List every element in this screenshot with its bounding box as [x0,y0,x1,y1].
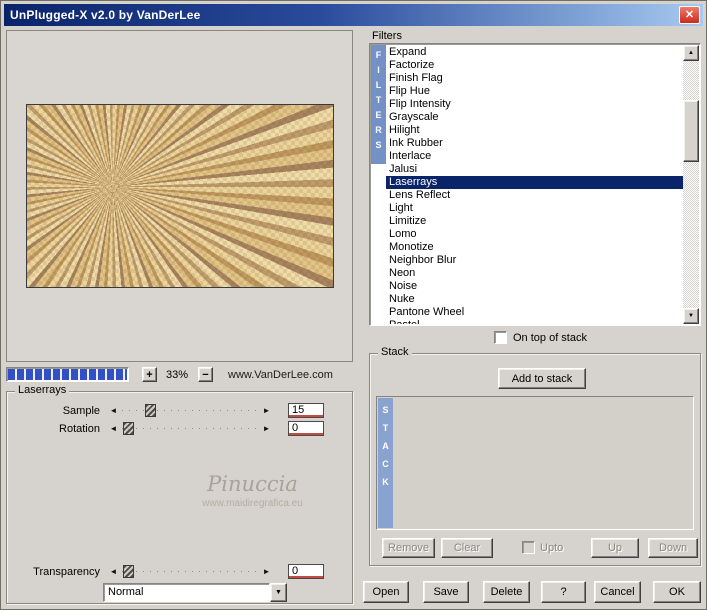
transparency-row: Transparency ◄ ► 0 [15,563,346,580]
filters-tab-text: FILTERS [373,50,384,155]
rotation-slider-thumb[interactable] [123,422,135,435]
filter-list-item[interactable]: Pantone Wheel [386,306,683,319]
save-button[interactable]: Save [423,581,469,603]
add-to-stack-button[interactable]: Add to stack [498,368,586,389]
vendor-site-link[interactable]: www.VanDerLee.com [228,369,333,381]
filter-list-item[interactable]: Pastel [386,319,683,324]
blend-mode-dropdown-button[interactable]: ▼ [270,583,287,602]
stack-listbox: STACK [376,396,694,530]
rotation-label: Rotation [59,422,100,435]
rotation-left-arrow-icon[interactable]: ◄ [107,422,120,435]
sample-value-field[interactable]: 15 [288,403,324,418]
unplugged-x-window: UnPlugged-X v2.0 by VanDerLee ✕ + 33% − … [0,0,707,610]
blend-mode-value[interactable]: Normal [103,583,270,602]
watermark-name: Pinuccia [207,472,298,496]
stack-tab-text: STACK [380,405,391,495]
cancel-button[interactable]: Cancel [594,581,641,603]
filters-section-label: Filters [372,30,402,42]
up-button[interactable]: Up [591,538,639,558]
ok-button[interactable]: OK [653,581,701,603]
clear-button[interactable]: Clear [441,538,493,558]
filter-list-item[interactable]: Nuke [386,293,683,306]
filter-list-item[interactable]: Neon [386,267,683,280]
filters-vertical-tab: FILTERS [371,45,386,164]
zoom-level: 33% [165,369,189,381]
zoom-out-button[interactable]: − [198,367,213,382]
sample-slider-thumb[interactable] [145,404,157,417]
transparency-right-arrow-icon[interactable]: ► [260,565,273,578]
rotation-slider[interactable] [122,422,258,435]
filter-list-item[interactable]: Limitize [386,215,683,228]
filter-list-item[interactable]: Flip Intensity [386,98,683,111]
open-button[interactable]: Open [363,581,409,603]
filter-list-item[interactable]: Noise [386,280,683,293]
stack-group-label: Stack [378,346,412,358]
filters-items: Expand Factorize Finish Flag Flip Hue Flip I… [386,45,683,324]
title-bar[interactable]: UnPlugged-X v2.0 by VanDerLee ✕ [4,4,703,26]
filter-list-item[interactable]: Laserrays [386,176,683,189]
stack-vertical-tab: STACK [378,398,393,528]
filter-list-item[interactable]: Ink Rubber [386,137,683,150]
filter-list-item[interactable]: Grayscale [386,111,683,124]
down-button[interactable]: Down [648,538,698,558]
filter-list-item[interactable]: Hilight [386,124,683,137]
scroll-up-button[interactable]: ▲ [683,45,699,61]
watermark-site: www.maidiregrafica.eu [202,498,303,509]
help-button[interactable]: ? [541,581,586,603]
filter-list-item[interactable]: Lens Reflect [386,189,683,202]
remove-button[interactable]: Remove [382,538,435,558]
scrollbar-thumb[interactable] [683,100,699,162]
progress-fill [8,369,127,380]
transparency-value-field[interactable]: 0 [288,564,324,579]
rotation-value-field[interactable]: 0 [288,421,324,436]
filter-list-item[interactable]: Neighbor Blur [386,254,683,267]
rotation-right-arrow-icon[interactable]: ► [260,422,273,435]
sample-left-arrow-icon[interactable]: ◄ [107,404,120,417]
filter-list-item[interactable]: Finish Flag [386,72,683,85]
on-top-checkbox[interactable] [494,331,507,344]
filter-list-item[interactable]: Light [386,202,683,215]
render-progress-bar [6,367,129,382]
filter-list-item[interactable]: Monotize [386,241,683,254]
transparency-slider-thumb[interactable] [123,565,135,578]
transparency-slider[interactable] [122,565,258,578]
delete-button[interactable]: Delete [483,581,530,603]
sample-slider[interactable] [122,404,258,417]
transparency-label: Transparency [33,565,100,578]
chevron-down-icon: ▼ [275,589,282,596]
sample-right-arrow-icon[interactable]: ► [260,404,273,417]
laserrays-preview-image [25,104,334,288]
on-top-label: On top of stack [513,332,587,344]
scroll-down-icon: ▼ [688,313,694,319]
preview-panel [6,30,353,362]
sample-row: Sample ◄ ► 15 [15,402,346,419]
scroll-up-icon: ▲ [688,50,694,56]
filter-list-item[interactable]: Jalusi [386,163,683,176]
stack-group: Stack Add to stack STACK Remove Clear Up… [369,346,701,566]
filter-list-item[interactable]: Interlace [386,150,683,163]
laserrays-group: Laserrays Sample ◄ ► 15 Rotation ◄ ► 0 P… [6,384,353,604]
close-icon: ✕ [684,9,695,21]
filter-list-item[interactable]: Lomo [386,228,683,241]
laserrays-group-label: Laserrays [15,384,70,396]
scroll-down-button[interactable]: ▼ [683,308,699,324]
zoom-in-button[interactable]: + [142,367,157,382]
rotation-row: Rotation ◄ ► 0 [15,420,346,437]
watermark: Pinuccia www.maidiregrafica.eu [157,472,348,509]
transparency-left-arrow-icon[interactable]: ◄ [107,565,120,578]
filter-list-item[interactable]: Flip Hue [386,85,683,98]
filter-list-item[interactable]: Expand [386,46,683,59]
sample-label: Sample [62,404,100,417]
filters-scrollbar[interactable]: ▲ ▼ [683,45,699,324]
filter-list-item[interactable]: Factorize [386,59,683,72]
upto-checkbox[interactable] [522,541,535,554]
blend-mode-combo[interactable]: Normal ▼ [103,583,287,602]
filters-listbox: FILTERS Expand Factorize Finish Flag Flip H… [369,43,701,326]
close-button[interactable]: ✕ [679,6,700,24]
window-title: UnPlugged-X v2.0 by VanDerLee [10,8,201,22]
upto-label: Upto [540,542,564,554]
